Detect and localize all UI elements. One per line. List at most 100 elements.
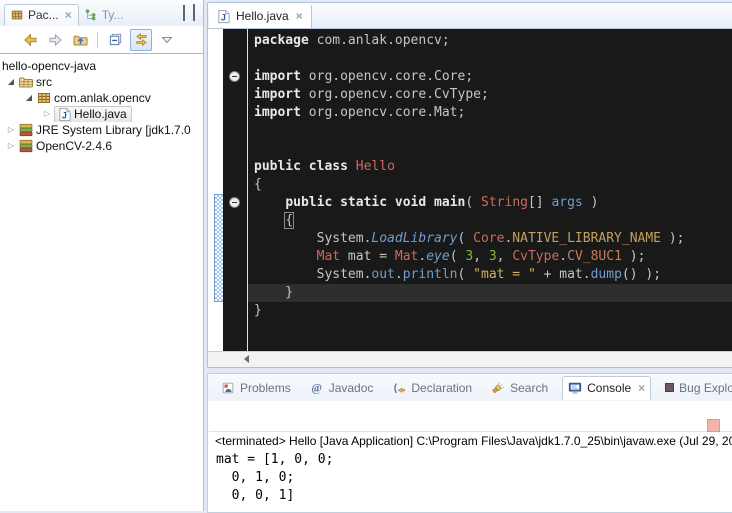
- tree-item-icon-wrap: [18, 122, 34, 138]
- annotation-ruler[interactable]: [223, 29, 247, 352]
- tree-item-icon-wrap: [36, 90, 52, 106]
- code-token: Mat: [317, 249, 340, 264]
- package-explorer-icon: [10, 8, 24, 22]
- close-icon[interactable]: ×: [65, 8, 72, 22]
- code-token: [254, 213, 285, 228]
- eclipse-workbench: { "left_panel": { "tabs": [ {"label": "P…: [0, 0, 732, 511]
- tab-javadoc[interactable]: @Javadoc: [305, 377, 379, 399]
- code-line: import org.opencv.core.Core;: [248, 68, 732, 86]
- code-token: Mat: [395, 249, 418, 264]
- collapse-all-button[interactable]: [105, 30, 125, 50]
- code-token: [254, 195, 285, 210]
- code-token: (: [458, 231, 474, 246]
- code-token: import: [254, 105, 301, 120]
- code-token: ,: [473, 249, 489, 264]
- tree-item-icon-wrap: [18, 74, 34, 90]
- tree-item-src[interactable]: ◢ src: [0, 74, 203, 90]
- code-editor[interactable]: package com.anlak.opencv;import org.open…: [208, 29, 732, 352]
- tab-label: Problems: [240, 381, 291, 395]
- code-token: 3: [489, 249, 497, 264]
- project-tree[interactable]: hello-opencv-java◢src◢com.anlak.opencv▷J…: [0, 54, 203, 154]
- tree-item-label: hello-opencv-java: [2, 59, 96, 73]
- toolbar-separator: [97, 32, 98, 48]
- code-token: System.: [254, 267, 371, 282]
- tree-item-label: OpenCV-2.4.6: [36, 139, 112, 153]
- code-text[interactable]: package com.anlak.opencv;import org.open…: [248, 29, 732, 352]
- close-icon[interactable]: ×: [638, 381, 645, 395]
- tree-item-com-anlak-opencv[interactable]: ◢com.anlak.opencv: [0, 90, 203, 106]
- code-line: }: [248, 302, 732, 320]
- code-token: System.: [254, 231, 371, 246]
- expand-arrow-icon[interactable]: ▷: [4, 122, 18, 138]
- expand-arrow-icon[interactable]: ▷: [4, 138, 18, 154]
- code-token: );: [622, 249, 645, 264]
- console-output-line: 0, 0, 1]: [216, 487, 732, 505]
- code-line: [248, 122, 732, 140]
- editor-left-margin: [208, 29, 223, 352]
- console-output[interactable]: mat = [1, 0, 0; 0, 1, 0; 0, 0, 1]: [216, 451, 732, 505]
- tab-console[interactable]: Console×: [562, 376, 651, 400]
- tab-problems[interactable]: Problems: [216, 377, 296, 399]
- code-token: public: [254, 159, 301, 174]
- code-token: 3: [465, 249, 473, 264]
- close-icon[interactable]: ×: [296, 9, 303, 23]
- console-icon: [568, 381, 582, 395]
- tree-item-label: src: [36, 75, 52, 89]
- code-line: Mat mat = Mat.eye( 3, 3, CvType.CV_8UC1 …: [248, 248, 732, 266]
- code-token: package: [254, 33, 309, 48]
- code-token: [332, 195, 340, 210]
- code-token: mat =: [340, 249, 395, 264]
- left-panel-tabbar: Pac...× Ty...: [0, 0, 203, 26]
- code-token: [348, 159, 356, 174]
- view-tab-ty[interactable]: Ty...: [79, 5, 130, 26]
- selected-tree-item[interactable]: JHello.java: [54, 106, 132, 122]
- terminate-icon[interactable]: [707, 419, 720, 432]
- code-token: (: [458, 267, 474, 282]
- fold-collapse-icon[interactable]: [229, 197, 240, 208]
- tab-label: Bug Explorer: [679, 381, 732, 395]
- back-button[interactable]: [20, 30, 40, 50]
- link-with-editor-button[interactable]: [130, 29, 152, 51]
- tab-hello-java[interactable]: J Hello.java ×: [209, 4, 312, 28]
- tab-search[interactable]: Search: [486, 377, 553, 399]
- up-button[interactable]: [70, 30, 90, 50]
- expand-arrow-icon[interactable]: ▷: [40, 106, 54, 122]
- horizontal-scrollbar[interactable]: [208, 351, 732, 367]
- fold-collapse-icon[interactable]: [229, 71, 240, 82]
- tree-item-hello-opencv-java[interactable]: hello-opencv-java: [0, 58, 203, 74]
- maximize-button[interactable]: [193, 6, 195, 20]
- scroll-left-arrow-icon[interactable]: [244, 355, 249, 363]
- tree-item-jre-system-library-jdk1-7-0[interactable]: ▷ JRE System Library [jdk1.7.0: [0, 122, 203, 138]
- tree-item-label: JRE System Library [jdk1.7.0: [36, 123, 191, 137]
- forward-button[interactable]: [45, 30, 65, 50]
- tab-bug-explorer[interactable]: Bug Explorer: [660, 377, 732, 399]
- editor-tabbar: J Hello.java ×: [208, 3, 732, 29]
- tree-item-hello-java[interactable]: ▷JHello.java: [0, 106, 203, 122]
- bug-icon: [665, 383, 674, 392]
- code-token: void: [395, 195, 426, 210]
- code-line: System.LoadLibrary( Core.NATIVE_LIBRARY_…: [248, 230, 732, 248]
- code-token: CvType: [512, 249, 559, 264]
- code-line: public static void main( String[] args ): [248, 194, 732, 212]
- console-output-line: 0, 1, 0;: [216, 469, 732, 487]
- code-token: import: [254, 69, 301, 84]
- code-token: (: [465, 195, 481, 210]
- svg-text:J: J: [221, 12, 226, 22]
- declaration-icon: (: [392, 381, 406, 395]
- tree-item-opencv-2-4-6[interactable]: ▷ OpenCV-2.4.6: [0, 138, 203, 154]
- code-token: }: [254, 285, 293, 300]
- code-token: "mat = ": [473, 267, 536, 282]
- view-tab-label: Ty...: [102, 8, 124, 22]
- code-token: org.opencv.core.Mat;: [301, 105, 465, 120]
- code-token: [426, 195, 434, 210]
- view-menu-button[interactable]: [157, 30, 177, 50]
- view-tab-pac[interactable]: Pac...×: [4, 4, 79, 26]
- minimize-button[interactable]: [183, 6, 185, 20]
- code-token: []: [528, 195, 551, 210]
- code-line: {: [248, 176, 732, 194]
- collapse-arrow-icon[interactable]: ◢: [22, 90, 36, 106]
- code-token: {: [285, 213, 293, 228]
- code-token: .: [559, 249, 567, 264]
- tab-declaration[interactable]: (Declaration: [387, 377, 477, 399]
- collapse-arrow-icon[interactable]: ◢: [4, 74, 18, 90]
